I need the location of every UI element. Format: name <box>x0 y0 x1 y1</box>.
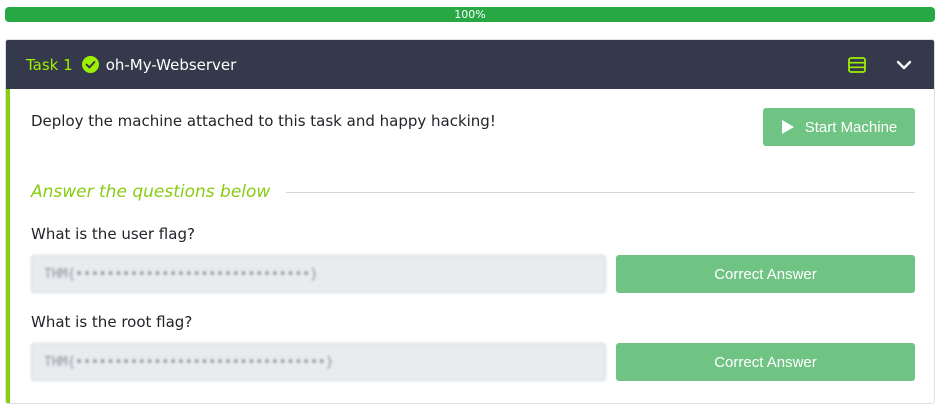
task-card: Task 1 oh-My-Webserver Deploy the machin… <box>5 39 935 404</box>
question-1-text: What is the user flag? <box>31 225 195 243</box>
task-number: Task 1 <box>26 55 73 74</box>
start-machine-button[interactable]: Start Machine <box>763 108 915 146</box>
check-circle-icon <box>81 56 99 73</box>
answer-1-submit-button[interactable]: Correct Answer <box>616 255 915 293</box>
progress-fill: 100% <box>5 7 935 22</box>
divider <box>286 191 915 193</box>
answers-heading: Answer the questions below <box>31 182 271 202</box>
task-description: Deploy the machine attached to this task… <box>31 112 496 130</box>
answer-2-submit-button[interactable]: Correct Answer <box>616 343 915 381</box>
progress-label: 100% <box>454 8 486 21</box>
play-icon <box>781 119 795 135</box>
start-machine-label: Start Machine <box>804 118 898 136</box>
chevron-down-icon[interactable] <box>896 57 912 73</box>
list-icon[interactable] <box>848 56 866 73</box>
task-header[interactable]: Task 1 oh-My-Webserver <box>6 40 934 89</box>
question-2-text: What is the root flag? <box>31 313 193 331</box>
answer-2-input[interactable]: THM{••••••••••••••••••••••••••••••••} <box>31 343 606 381</box>
task-title: oh-My-Webserver <box>105 55 237 74</box>
task-body: Deploy the machine attached to this task… <box>6 89 934 403</box>
answers-heading-row: Answer the questions below <box>31 181 915 203</box>
answer-1-input[interactable]: THM{••••••••••••••••••••••••••••••} <box>31 255 606 293</box>
progress-bar: 100% <box>5 7 935 22</box>
